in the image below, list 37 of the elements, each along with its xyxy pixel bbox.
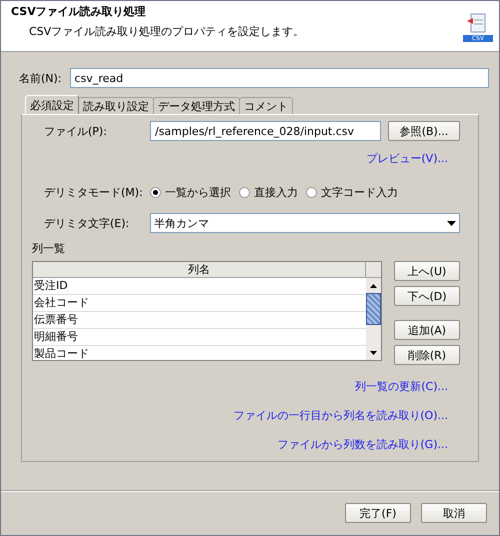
action-link[interactable]: ファイルから列数を読み取り(G)... xyxy=(277,437,448,452)
delimiter-dropdown[interactable]: 半角カンマ xyxy=(150,213,460,233)
radio-icon[interactable] xyxy=(239,186,250,198)
list-row[interactable]: 会社コード xyxy=(33,295,366,312)
scrollbar[interactable] xyxy=(366,278,381,360)
name-input[interactable]: csv_read xyxy=(70,68,489,88)
tab[interactable]: 読み取り設定 xyxy=(78,97,154,114)
browse-button[interactable]: 参照(B)... xyxy=(388,121,460,141)
dialog-title: CSVファイル読み取り処理 xyxy=(11,4,147,19)
radio-icon[interactable] xyxy=(306,186,317,198)
list-row[interactable]: 伝票番号 xyxy=(33,312,366,329)
list-action-button[interactable]: 削除(R) xyxy=(394,345,460,365)
radio-option[interactable]: 文字コード入力 xyxy=(306,184,398,200)
list-row[interactable]: 受注ID xyxy=(33,278,366,295)
column-header: 列名 xyxy=(33,262,366,277)
footer-button[interactable]: 取消 xyxy=(421,503,487,523)
list-action-button[interactable]: 下へ(D) xyxy=(394,286,460,306)
tab[interactable]: コメント xyxy=(239,97,293,114)
radio-option[interactable]: 直接入力 xyxy=(239,184,298,200)
name-label: 名前(N): xyxy=(19,70,62,86)
file-label: ファイル(P): xyxy=(44,124,108,138)
file-path-input[interactable]: /samples/rl_reference_028/input.csv xyxy=(150,121,381,141)
tab[interactable]: 必須設定 xyxy=(25,95,79,114)
list-action-button[interactable]: 追加(A) xyxy=(394,320,460,340)
radio-option[interactable]: 一覧から選択 xyxy=(150,184,231,200)
delimiter-mode-label: デリミタモード(M): xyxy=(44,184,144,200)
action-link[interactable]: ファイルの一行目から列名を読み取り(O)... xyxy=(233,408,448,423)
list-action-button[interactable]: 上へ(U) xyxy=(394,261,460,281)
action-link[interactable]: 列一覧の更新(C)... xyxy=(355,379,448,394)
preview-link[interactable]: プレビュー(V)... xyxy=(366,151,448,181)
delimiter-char-label: デリミタ文字(E): xyxy=(44,216,130,230)
tab[interactable]: データ処理方式 xyxy=(153,97,240,114)
radio-icon[interactable] xyxy=(150,186,161,198)
dialog-subtitle: CSVファイル読み取り処理のプロパティを設定します。 xyxy=(28,24,304,39)
column-list-label: 列一覧 xyxy=(32,241,66,256)
footer-button[interactable]: 完了(F) xyxy=(345,503,411,523)
list-row[interactable]: 明細番号 xyxy=(33,329,366,346)
